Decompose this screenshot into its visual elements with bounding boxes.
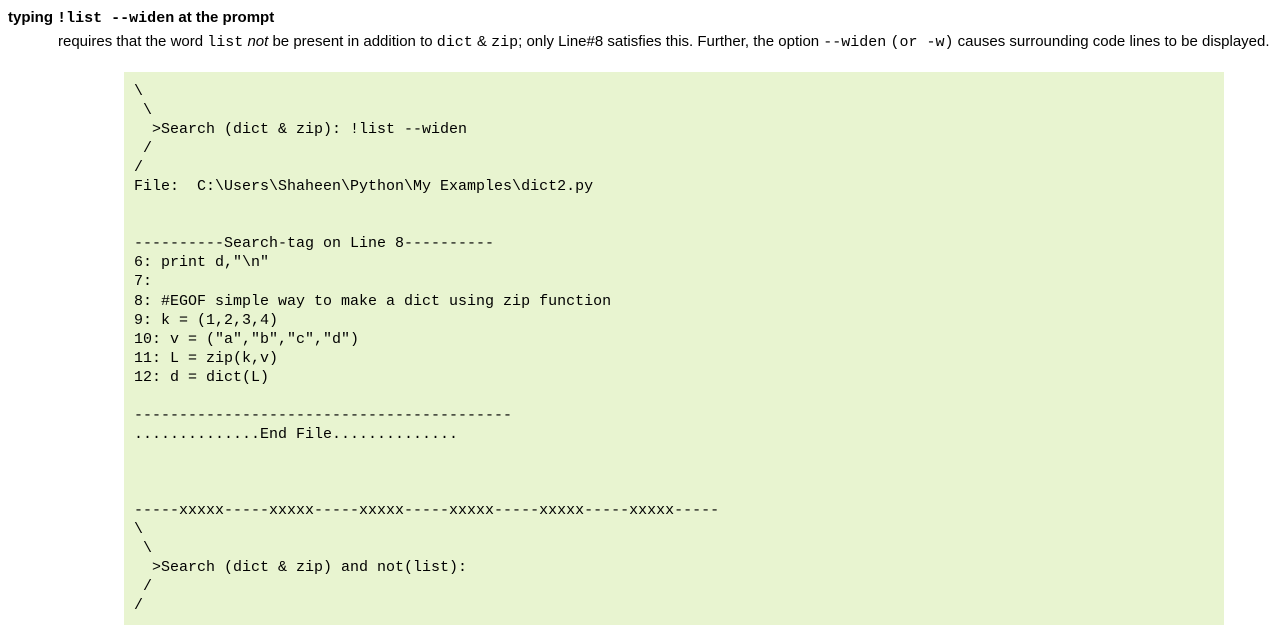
code-output-block: \ \ >Search (dict & zip): !list --widen …	[124, 72, 1224, 625]
desc-code-widen: --widen	[823, 34, 886, 51]
heading-prefix: typing	[8, 9, 57, 26]
desc-text-5: ; only Line#8 satisfies this. Further, t…	[518, 33, 823, 50]
heading-line: typing !list --widen at the prompt	[8, 8, 1270, 29]
desc-text-1: requires that the word	[58, 33, 207, 50]
desc-text-4: &	[473, 33, 491, 50]
heading-code: !list --widen	[57, 10, 174, 27]
desc-text-7: causes surrounding code lines to be disp…	[954, 33, 1270, 50]
desc-code-w: (or -w)	[890, 34, 953, 51]
desc-text-3: be present in addition to	[268, 33, 436, 50]
desc-code-zip: zip	[491, 34, 518, 51]
desc-italic-not: not	[247, 33, 268, 50]
desc-code-dict: dict	[437, 34, 473, 51]
heading-suffix: at the prompt	[174, 9, 274, 26]
desc-code-list: list	[207, 34, 243, 51]
description-paragraph: requires that the word list not be prese…	[58, 31, 1270, 54]
